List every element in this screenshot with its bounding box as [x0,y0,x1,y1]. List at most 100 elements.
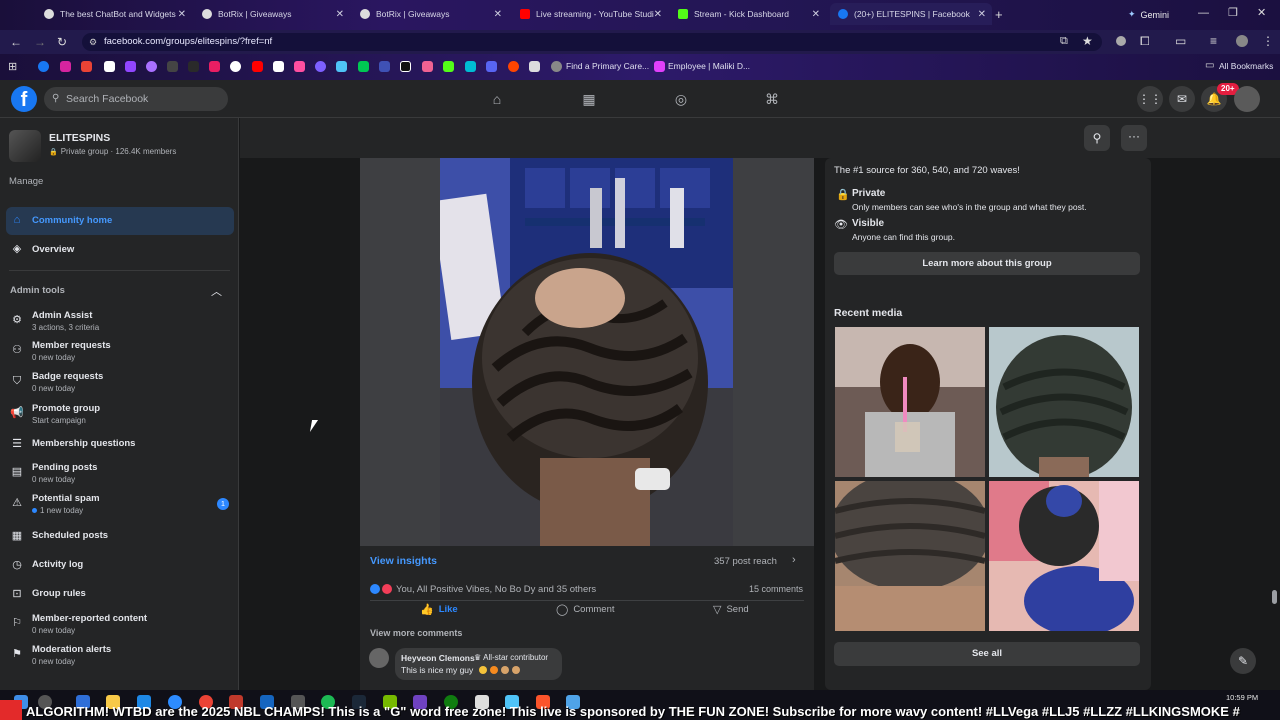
post-photo[interactable] [440,158,733,546]
close-window-button[interactable]: ✕ [1257,6,1266,19]
close-icon[interactable]: ✕ [978,9,986,20]
facebook-bookmark-icon[interactable] [38,61,49,72]
reactions-summary[interactable]: You, All Positive Vibes, No Bo Dy and 35… [396,584,596,595]
browser-tab[interactable]: BotRix | Giveaways ✕ [352,3,508,25]
twitch-bookmark-icon[interactable] [125,61,136,72]
facebook-search-input[interactable]: ⚲ Search Facebook [44,87,228,111]
forward-icon[interactable]: → [34,35,46,49]
gaming-icon[interactable]: ⌘ [763,90,781,108]
sidebar-item-group-rules[interactable]: ⊡ Group rules [6,581,234,609]
bookmark-icon[interactable] [230,61,241,72]
sidebar-item-member-requests[interactable]: ⚇ Member requests 0 new today [6,337,234,365]
bookmark-icon[interactable] [422,61,433,72]
sidebar-item-community-home[interactable]: ⌂ Community home [6,207,234,235]
instagram-bookmark-icon[interactable] [60,61,71,72]
like-button[interactable]: 👍 Like [420,603,458,616]
bookmark-icon[interactable] [273,61,284,72]
cast-icon[interactable]: ⧉ [1060,35,1068,48]
view-more-comments[interactable]: View more comments [370,628,462,638]
group-search-icon[interactable]: ⚲ [1084,125,1110,151]
kick-bookmark-icon[interactable] [443,61,454,72]
comments-count[interactable]: 15 comments [749,584,803,594]
recent-media-thumb[interactable] [835,327,985,477]
group-avatar[interactable] [9,130,41,162]
sidebar-item-scheduled-posts[interactable]: ▦ Scheduled posts [6,523,234,551]
tiktok-bookmark-icon[interactable] [400,61,411,72]
sidebar-item-promote-group[interactable]: 📢 Promote group Start campaign [6,400,234,428]
bookmark-icon[interactable] [146,61,157,72]
view-insights-link[interactable]: View insights [370,555,437,567]
bookmark-icon[interactable] [294,61,305,72]
profile-avatar-icon[interactable] [1236,35,1248,47]
close-icon[interactable]: ✕ [336,9,344,20]
bookmark-icon[interactable] [529,61,540,72]
maximize-button[interactable]: ❐ [1228,6,1238,19]
youtube-bookmark-icon[interactable] [252,61,263,72]
sidebar-item-pending-posts[interactable]: ▤ Pending posts 0 new today [6,459,234,487]
sidebar-item-activity-log[interactable]: ◷ Activity log [6,552,234,580]
browser-tab[interactable]: BotRix | Giveaways ✕ [194,3,350,25]
bookmark-employee[interactable]: Employee | Maliki D... [668,61,750,71]
extension-icon[interactable] [1116,36,1126,46]
bookmark-primary-care[interactable]: Find a Primary Care... [566,61,649,71]
reddit-bookmark-icon[interactable] [508,61,519,72]
docs-bookmark-icon[interactable] [104,61,115,72]
send-button[interactable]: ▽ Send [713,603,749,616]
group-name[interactable]: ELITESPINS [49,132,110,144]
sidebar-item-badge-requests[interactable]: ⛉ Badge requests 0 new today [6,368,234,396]
gmail-bookmark-icon[interactable] [81,61,92,72]
bookmark-icon[interactable] [358,61,369,72]
sidebar-item-potential-spam[interactable]: ⚠ Potential spam 1 new today 1 [6,490,234,518]
sidebar-item-moderation-alerts[interactable]: ⚑ Moderation alerts 0 new today [6,641,234,669]
comment-button[interactable]: ◯ Comment [556,603,615,616]
close-icon[interactable]: ✕ [654,9,662,20]
reload-icon[interactable]: ↻ [57,35,67,49]
facebook-logo-icon[interactable]: f [11,86,37,112]
site-info-icon[interactable]: ⚙ [89,33,97,51]
browser-tab[interactable]: Live streaming - YouTube Studi ✕ [512,3,668,25]
close-icon[interactable]: ✕ [494,9,502,20]
recent-media-thumb[interactable] [835,481,985,631]
kebab-menu-icon[interactable]: ⋮ [1262,34,1274,48]
bookmark-star-icon[interactable]: ★ [1082,34,1093,48]
bookmark-icon[interactable] [315,61,326,72]
new-tab-button[interactable]: + [995,7,1003,22]
all-bookmarks[interactable]: All Bookmarks [1219,61,1273,71]
video-icon[interactable]: ▦ [580,90,598,108]
browser-tab-active[interactable]: (20+) ELITESPINS | Facebook ✕ [830,3,992,25]
back-icon[interactable]: ← [10,35,22,49]
bookmark-icon[interactable] [167,61,178,72]
taskbar-clock[interactable]: 10:59 PM [1226,693,1258,702]
discord-bookmark-icon[interactable] [486,61,497,72]
apps-grid-icon[interactable]: ⊞ [8,60,17,73]
bookmark-icon[interactable] [209,61,220,72]
menu-grid-icon[interactable]: ⋮⋮ [1137,86,1163,112]
home-icon[interactable]: ⌂ [488,90,506,108]
sidebar-item-overview[interactable]: ◈ Overview [6,236,234,264]
close-icon[interactable]: ✕ [812,9,820,20]
media-control-icon[interactable]: ≡ [1210,34,1217,48]
messenger-icon[interactable]: ✉ [1169,86,1195,112]
commenter-avatar[interactable] [369,648,389,668]
bookmark-icon[interactable] [188,61,199,72]
chevron-right-icon[interactable]: › [792,554,796,566]
commenter-name[interactable]: Heyveon Clemons [401,653,475,663]
page-scrollbar-thumb[interactable] [1272,590,1277,604]
bookmark-icon[interactable] [336,61,347,72]
sidebar-item-admin-assist[interactable]: ⚙ Admin Assist 3 actions, 3 criteria [6,307,234,335]
compose-message-icon[interactable]: ✎ [1230,648,1256,674]
sidebar-item-member-reported[interactable]: ⚐ Member-reported content 0 new today [6,610,234,638]
bookmark-icon[interactable] [465,61,476,72]
browser-tab[interactable]: Stream - Kick Dashboard ✕ [670,3,826,25]
gemini-tab[interactable]: ✦ Gemini [1128,9,1169,20]
url-input[interactable]: ⚙ facebook.com/groups/elitespins/?fref=n… [82,33,1102,51]
post-reach[interactable]: 357 post reach [714,556,777,567]
browser-tab[interactable]: The best ChatBot and Widgets ✕ [36,3,192,25]
learn-more-button[interactable]: Learn more about this group [834,252,1140,275]
close-icon[interactable]: ✕ [178,9,186,20]
minimize-button[interactable]: — [1198,7,1209,19]
groups-icon[interactable]: ◎ [672,90,690,108]
account-avatar[interactable] [1234,86,1260,112]
see-all-button[interactable]: See all [834,642,1140,666]
more-options-icon[interactable]: ··· [1121,125,1147,151]
